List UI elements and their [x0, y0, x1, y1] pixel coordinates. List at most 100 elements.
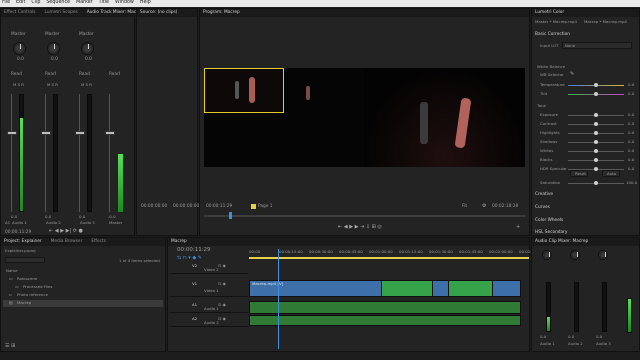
timeline-ruler[interactable]: 00:00 00:00:15:00 00:00:30:00 00:00:45:00 00… — [249, 249, 543, 257]
track-toggle-icons[interactable]: ⊡ ◉ — [218, 303, 226, 307]
track-toggle-icons[interactable]: ⊡ ◉ — [218, 317, 226, 321]
list-item[interactable]: ▭ Processed Files — [3, 284, 163, 291]
timeline-playhead[interactable] — [278, 249, 279, 349]
list-item[interactable]: ▤ Macrep — [3, 300, 163, 307]
tab-effects[interactable]: Effects — [91, 239, 106, 244]
program-scrub-bar[interactable] — [204, 215, 525, 217]
master-gain[interactable]: -0.0 — [108, 215, 116, 219]
clip-pan-knob-1[interactable] — [542, 250, 552, 260]
tone-value[interactable]: 0.0 — [628, 149, 634, 153]
tone-header[interactable]: Tone — [537, 104, 546, 108]
tone-slider[interactable] — [568, 140, 624, 144]
tab-source[interactable]: Source: (no clips) — [140, 10, 177, 15]
menu-clip[interactable]: Clip — [31, 0, 40, 6]
program-video-frame[interactable] — [204, 68, 525, 167]
temperature-value[interactable]: 0.0 — [628, 83, 634, 87]
tone-value[interactable]: 0.0 — [628, 167, 634, 171]
tone-slider[interactable] — [568, 122, 624, 126]
project-search-input[interactable] — [5, 257, 45, 263]
name-column-header[interactable]: Name — [6, 269, 17, 273]
mute-solo-3[interactable]: M S R — [81, 83, 92, 87]
pan-value-3[interactable]: 0.0 — [85, 57, 92, 62]
pan-knob-1[interactable] — [13, 42, 26, 55]
channel-2-master-select[interactable]: Master — [45, 32, 60, 37]
tone-value[interactable]: 0.0 — [628, 131, 634, 135]
volume-fader-1[interactable] — [7, 131, 17, 135]
source-timecode[interactable]: 00:00:00:00 — [141, 204, 167, 209]
nested-clip-1[interactable] — [381, 280, 433, 297]
channel-3-gain[interactable]: 0.0 — [79, 215, 85, 219]
program-transport-controls[interactable]: ⇤ ◀ ▶ ▶ ⇥ ⇩ ⊞ ◎ — [338, 225, 382, 230]
tone-value[interactable]: 0.0 — [628, 122, 634, 126]
color-wheels-section[interactable]: Color Wheels — [535, 218, 563, 223]
add-button-icon[interactable]: + — [516, 225, 520, 230]
menu-marker[interactable]: Marker — [76, 0, 93, 6]
menu-window[interactable]: Window — [115, 0, 134, 6]
creative-section[interactable]: Creative — [535, 192, 553, 197]
track-toggle-icons[interactable]: ⊡ ◉ — [218, 264, 226, 268]
lumetri-breadcrumb[interactable]: Master * Macrep.mp4 — [535, 20, 577, 24]
audio-clip-a1[interactable] — [249, 301, 521, 314]
channel-3-master-select[interactable]: Master — [79, 32, 94, 37]
pip-inset-frame[interactable] — [204, 68, 284, 113]
pan-knob-2[interactable] — [47, 42, 60, 55]
tab-project[interactable]: Project: Explainer — [4, 239, 42, 244]
channel-1-gain[interactable]: 0.0 — [11, 215, 17, 219]
page-select[interactable]: Page 1 — [258, 204, 273, 209]
channel-2-gain[interactable]: 0.0 — [45, 215, 51, 219]
clip-gain-1[interactable]: 0.0 — [540, 335, 546, 339]
tab-program[interactable]: Program: Macrep — [203, 10, 240, 15]
menu-sequence[interactable]: Sequence — [46, 0, 70, 6]
hsl-secondary-section[interactable]: HSL Secondary — [535, 230, 567, 235]
tab-lumetri-scopes[interactable]: Lumetri Scopes — [45, 10, 78, 15]
clip-pan-knob-2[interactable] — [570, 250, 580, 260]
eyedropper-icon[interactable]: ✎ — [570, 72, 574, 77]
automation-mode-master[interactable]: Read — [109, 72, 120, 77]
timeline-tools-icons[interactable]: ⇆ ⊓ ▾ ◆ ✎ — [177, 256, 202, 261]
nested-clip-2[interactable] — [448, 280, 493, 297]
tab-timeline-sequence[interactable]: Macrep — [171, 239, 187, 244]
tab-lumetri-color[interactable]: Lumetri Color — [535, 10, 564, 15]
track-header[interactable]: A1 Audio 1 ⊡ ◉ — [170, 301, 248, 313]
menu-help[interactable]: Help — [140, 0, 151, 6]
auto-button[interactable]: Auto — [602, 170, 620, 177]
mute-solo-2[interactable]: M S R — [47, 83, 58, 87]
mixer-timecode[interactable]: 00:00:11:29 — [5, 230, 31, 235]
work-area-bar[interactable] — [249, 257, 529, 259]
basic-correction-header[interactable]: Basic Correction — [535, 32, 570, 37]
lumetri-breadcrumb-2[interactable]: Macrep * Macrep.mp4 — [584, 20, 627, 24]
track-toggle-icons[interactable]: ⊡ ◉ — [218, 282, 226, 286]
temperature-slider[interactable] — [568, 83, 624, 87]
automation-mode-3[interactable]: Read — [79, 72, 90, 77]
tab-audio-track-mixer[interactable]: Audio Track Mixer: Macrep — [87, 10, 143, 15]
tone-value[interactable]: 0.0 — [628, 113, 634, 117]
pan-value-1[interactable]: 0.0 — [17, 57, 24, 62]
audio-clip-a2[interactable] — [249, 315, 521, 326]
program-timecode[interactable]: 00:00:11:29 — [206, 204, 232, 209]
tone-slider[interactable] — [568, 131, 624, 135]
tab-audio-clip-mixer[interactable]: Audio Clip Mixer: Macrep — [535, 239, 588, 244]
saturation-value[interactable]: 100.0 — [626, 181, 637, 185]
tab-effect-controls[interactable]: Effect Controls — [4, 10, 36, 15]
track-header[interactable]: A2 Audio 2 ⊡ ◉ — [170, 315, 248, 327]
tone-slider[interactable] — [568, 149, 624, 153]
saturation-slider[interactable] — [568, 181, 624, 185]
list-view-icon[interactable]: ☰ ⊞ — [5, 344, 15, 349]
menu-edit[interactable]: Edit — [16, 0, 25, 6]
fit-select[interactable]: Fit — [462, 204, 467, 209]
input-lut-select[interactable]: None — [562, 42, 632, 49]
pan-value-2[interactable]: 0.0 — [51, 57, 58, 62]
tone-slider[interactable] — [568, 113, 624, 117]
tone-slider[interactable] — [568, 158, 624, 162]
white-balance-header[interactable]: White Balance — [537, 65, 565, 69]
volume-fader-2[interactable] — [41, 131, 51, 135]
curves-section[interactable]: Curves — [535, 205, 550, 210]
volume-fader-master[interactable] — [105, 131, 115, 135]
list-item[interactable]: ▭ Rotoscene — [3, 276, 163, 283]
wrench-icon[interactable]: ⚙ — [482, 204, 486, 209]
marker-icon[interactable] — [251, 204, 256, 209]
tone-value[interactable]: 0.0 — [628, 158, 634, 162]
mixer-transport-controls[interactable]: ⇤ ◀ ▶ ▶| ⟳ ● — [49, 229, 83, 234]
program-playhead[interactable] — [229, 212, 232, 219]
timeline-timecode[interactable]: 00:00:11:29 — [177, 247, 211, 254]
